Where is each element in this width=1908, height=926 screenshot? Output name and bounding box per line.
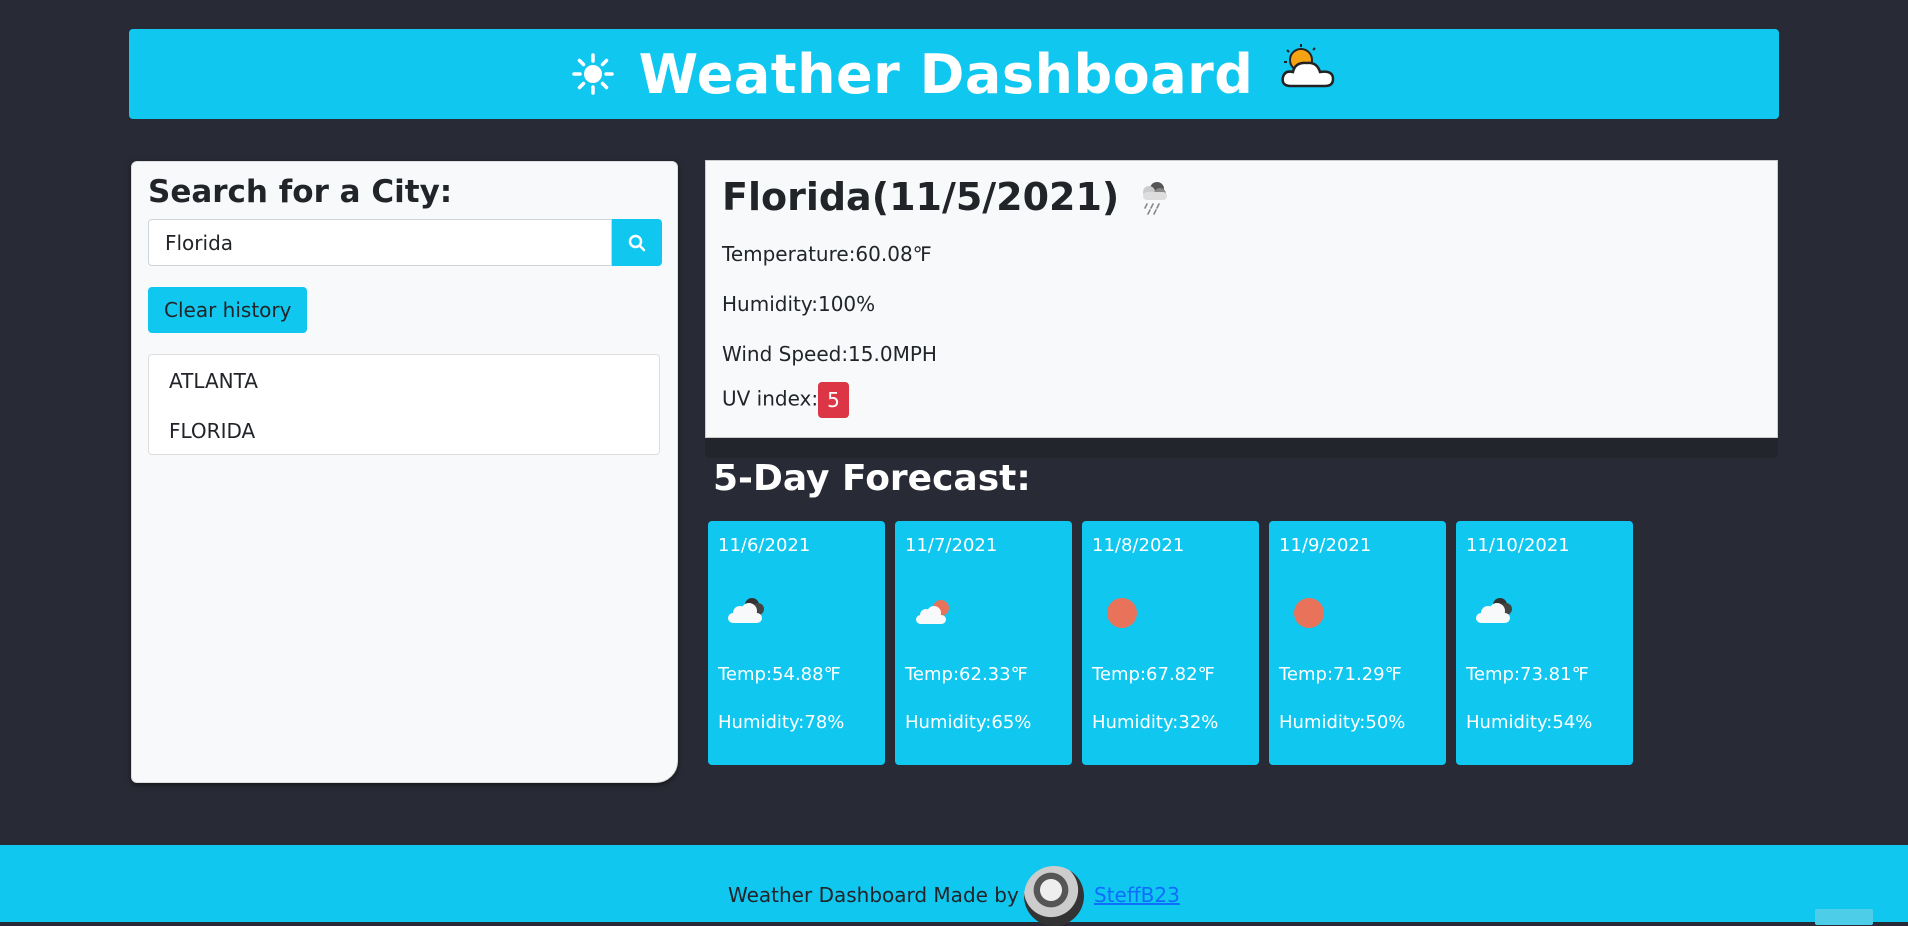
forecast-temp: Temp:67.82℉ bbox=[1092, 664, 1215, 685]
avatar bbox=[1024, 866, 1084, 926]
uv-index-badge: 5 bbox=[818, 382, 849, 418]
forecast-date: 11/6/2021 bbox=[718, 535, 811, 556]
search-button[interactable] bbox=[612, 219, 662, 266]
uv-label: UV index: bbox=[722, 386, 819, 411]
clear-sky-icon bbox=[1294, 598, 1324, 628]
few-clouds-icon bbox=[916, 600, 949, 624]
search-panel: Search for a City: Clear history ATLANTA… bbox=[131, 161, 678, 783]
sun-behind-cloud-icon bbox=[1281, 44, 1335, 88]
header-banner: Weather Dashboard bbox=[129, 29, 1779, 119]
forecast-card: 11/8/2021 Temp:67.82℉ Humidity:32% bbox=[1082, 521, 1259, 765]
history-item-florida[interactable]: FLORIDA bbox=[169, 419, 255, 443]
forecast-date: 11/7/2021 bbox=[905, 535, 998, 556]
history-item-atlanta[interactable]: ATLANTA bbox=[169, 369, 258, 393]
forecast-temp: Temp:62.33℉ bbox=[905, 664, 1028, 685]
forecast-humidity: Humidity:65% bbox=[905, 712, 1032, 733]
search-history-list: ATLANTA FLORIDA bbox=[148, 354, 660, 455]
page-title: Weather Dashboard bbox=[638, 42, 1254, 106]
forecast-heading: 5-Day Forecast: bbox=[713, 458, 1031, 499]
forecast-date: 11/9/2021 bbox=[1279, 535, 1372, 556]
broken-clouds-icon bbox=[1476, 598, 1512, 623]
forecast-date: 11/10/2021 bbox=[1466, 535, 1570, 556]
sun-icon bbox=[571, 53, 614, 95]
current-weather-shadow bbox=[705, 438, 1778, 458]
search-icon bbox=[628, 234, 646, 251]
current-temperature: Temperature:60.08℉ bbox=[722, 242, 932, 266]
forecast-temp: Temp:71.29℉ bbox=[1279, 664, 1402, 685]
footer-credit-text: Weather Dashboard Made by bbox=[728, 883, 1019, 907]
forecast-humidity: Humidity:54% bbox=[1466, 712, 1593, 733]
current-wind-speed: Wind Speed:15.0MPH bbox=[722, 342, 937, 366]
forecast-card: 11/10/2021 Temp:73.81℉ Humidity:54% bbox=[1456, 521, 1633, 765]
scroll-top-button[interactable] bbox=[1815, 909, 1873, 925]
footer: Weather Dashboard Made by SteffB23 bbox=[0, 845, 1908, 926]
forecast-card: 11/9/2021 Temp:71.29℉ Humidity:50% bbox=[1269, 521, 1446, 765]
forecast-date: 11/8/2021 bbox=[1092, 535, 1185, 556]
forecast-card: 11/7/2021 Temp:62.33℉ Humidity:65% bbox=[895, 521, 1072, 765]
current-city-title: Florida(11/5/2021) bbox=[722, 175, 1175, 219]
forecast-temp: Temp:73.81℉ bbox=[1466, 664, 1589, 685]
forecast-humidity: Humidity:78% bbox=[718, 712, 845, 733]
current-uv: UV index: 5 bbox=[722, 382, 849, 418]
forecast-card: 11/6/2021 Temp:54.88℉ Humidity:78% bbox=[708, 521, 885, 765]
search-input[interactable] bbox=[148, 219, 612, 266]
search-group bbox=[148, 219, 662, 266]
forecast-humidity: Humidity:32% bbox=[1092, 712, 1219, 733]
author-link[interactable]: SteffB23 bbox=[1094, 883, 1180, 907]
clear-sky-icon bbox=[1107, 598, 1137, 628]
forecast-temp: Temp:54.88℉ bbox=[718, 664, 841, 685]
search-heading: Search for a City: bbox=[148, 174, 453, 210]
current-weather-panel: Florida(11/5/2021) Temperature:60.08℉ Hu… bbox=[705, 160, 1778, 438]
city-date-label: Florida(11/5/2021) bbox=[722, 175, 1120, 219]
broken-clouds-icon bbox=[728, 598, 764, 623]
rain-cloud-icon bbox=[1143, 182, 1168, 215]
current-humidity: Humidity:100% bbox=[722, 292, 876, 316]
forecast-humidity: Humidity:50% bbox=[1279, 712, 1406, 733]
clear-history-button[interactable]: Clear history bbox=[148, 287, 308, 333]
